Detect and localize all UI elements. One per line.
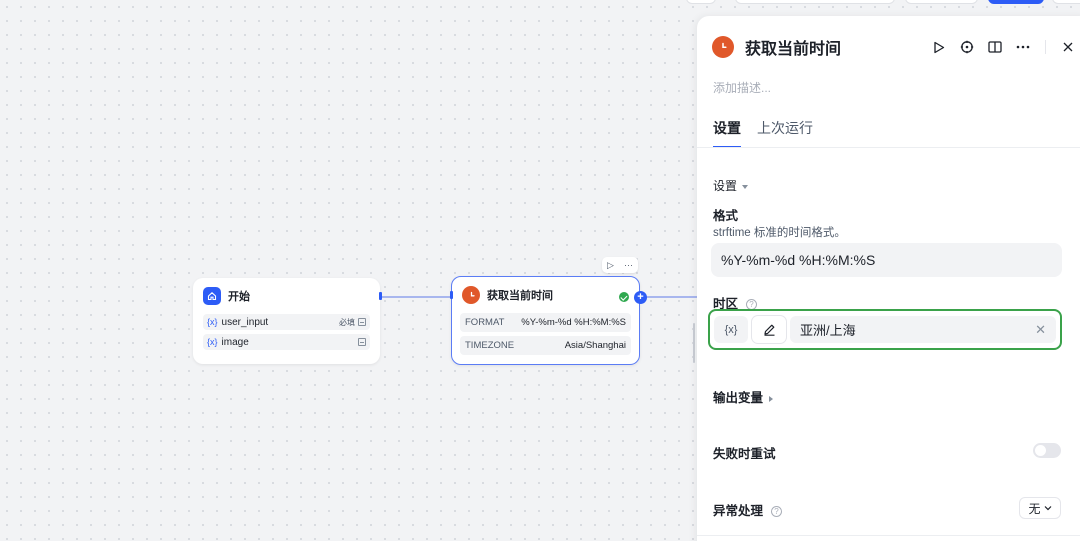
text-type-icon xyxy=(358,318,366,326)
toolbar-button[interactable] xyxy=(686,0,716,4)
variable-name: user_input xyxy=(221,316,269,328)
param-value: Asia/Shanghai xyxy=(564,340,626,351)
variable-icon: {x} xyxy=(724,323,738,336)
manual-mode-button[interactable] xyxy=(752,316,786,343)
error-handling-value: 无 xyxy=(1028,501,1041,516)
output-vars-toggle[interactable]: 输出变量 xyxy=(713,387,774,406)
add-node-button[interactable]: + xyxy=(634,291,647,304)
param-row: TIMEZONE Asia/Shanghai xyxy=(460,336,631,355)
format-value: %Y-%m-%d %H:%M:%S xyxy=(721,252,876,268)
play-icon[interactable] xyxy=(925,38,953,56)
variable-icon: {x} xyxy=(207,337,218,347)
chevron-down-icon xyxy=(742,184,749,189)
node-toolbar: ▷ ··· xyxy=(602,257,638,273)
param-key: FORMAT xyxy=(465,317,505,328)
timezone-field[interactable]: {x} 亚洲/上海 ✕ xyxy=(708,309,1062,350)
time-node-title: 获取当前时间 xyxy=(487,290,553,302)
retry-label: 失败时重试 xyxy=(713,447,776,461)
param-row: FORMAT %Y-%m-%d %H:%M:%S xyxy=(460,313,631,332)
file-type-icon xyxy=(358,338,366,346)
timezone-select[interactable]: 亚洲/上海 ✕ xyxy=(790,316,1056,343)
format-input[interactable]: %Y-%m-%d %H:%M:%S xyxy=(711,243,1062,277)
clock-icon xyxy=(712,36,734,58)
variable-row[interactable]: {x} user_input 必填 xyxy=(203,314,370,330)
panel-tabs: 设置 上次运行 xyxy=(713,118,829,148)
toolbar-button[interactable] xyxy=(905,0,978,4)
settings-section-toggle[interactable]: 设置 xyxy=(713,177,749,194)
pencil-icon xyxy=(763,324,774,336)
toolbar-button[interactable] xyxy=(1052,0,1080,4)
edge-start-to-time xyxy=(381,296,451,298)
clear-icon[interactable]: ✕ xyxy=(1035,322,1046,338)
description-input[interactable]: 添加描述... xyxy=(713,79,771,96)
retry-toggle[interactable] xyxy=(1033,443,1061,458)
locate-icon[interactable] xyxy=(953,38,981,56)
required-badge: 必填 xyxy=(339,317,355,327)
clock-icon xyxy=(462,286,480,304)
publish-button[interactable] xyxy=(988,0,1044,4)
output-port[interactable] xyxy=(379,292,382,300)
start-node[interactable]: 开始 {x} user_input 必填 {x} image xyxy=(193,278,382,364)
variable-row[interactable]: {x} image xyxy=(203,334,370,350)
timezone-value: 亚洲/上海 xyxy=(800,323,856,338)
more-icon[interactable] xyxy=(1009,38,1037,56)
input-port[interactable] xyxy=(450,291,453,299)
error-handling-row: 异常处理? xyxy=(713,500,783,519)
param-key: TIMEZONE xyxy=(465,340,515,351)
close-icon[interactable] xyxy=(1054,38,1080,56)
error-handling-select[interactable]: 无 xyxy=(1019,497,1061,519)
tab-last-run[interactable]: 上次运行 xyxy=(757,118,813,148)
edge-time-out xyxy=(645,296,697,298)
book-icon[interactable] xyxy=(981,38,1009,56)
param-value: %Y-%m-%d %H:%M:%S xyxy=(521,317,626,328)
divider xyxy=(697,535,1080,536)
panel-resize-handle[interactable] xyxy=(693,323,695,363)
tab-settings[interactable]: 设置 xyxy=(713,118,741,148)
chevron-right-icon xyxy=(769,395,774,402)
start-node-title: 开始 xyxy=(228,291,250,303)
format-hint: strftime 标准的时间格式。 xyxy=(713,227,846,239)
output-vars-label: 输出变量 xyxy=(713,391,764,405)
home-icon xyxy=(203,287,221,305)
node-settings-panel: 获取当前时间 添加描述... 设置 上次运行 设置 格式 strftime 标准… xyxy=(697,16,1080,541)
tabs-divider xyxy=(697,147,1080,148)
settings-section-label: 设置 xyxy=(713,179,738,193)
chevron-down-icon xyxy=(1044,506,1051,511)
success-check-icon xyxy=(619,292,629,302)
help-icon[interactable]: ? xyxy=(771,506,783,518)
format-label: 格式 xyxy=(713,209,739,223)
run-node-button[interactable]: ▷ xyxy=(607,260,614,271)
panel-title[interactable]: 获取当前时间 xyxy=(745,35,841,59)
variable-name: image xyxy=(221,336,249,348)
variable-mode-button[interactable]: {x} xyxy=(714,316,748,343)
divider xyxy=(1045,40,1046,54)
get-current-time-node[interactable]: 获取当前时间 FORMAT %Y-%m-%d %H:%M:%S TIMEZONE… xyxy=(450,276,647,365)
error-handling-label: 异常处理 xyxy=(713,504,764,518)
variable-icon: {x} xyxy=(207,317,218,327)
more-icon[interactable]: ··· xyxy=(624,260,633,270)
toolbar-button[interactable] xyxy=(735,0,895,4)
